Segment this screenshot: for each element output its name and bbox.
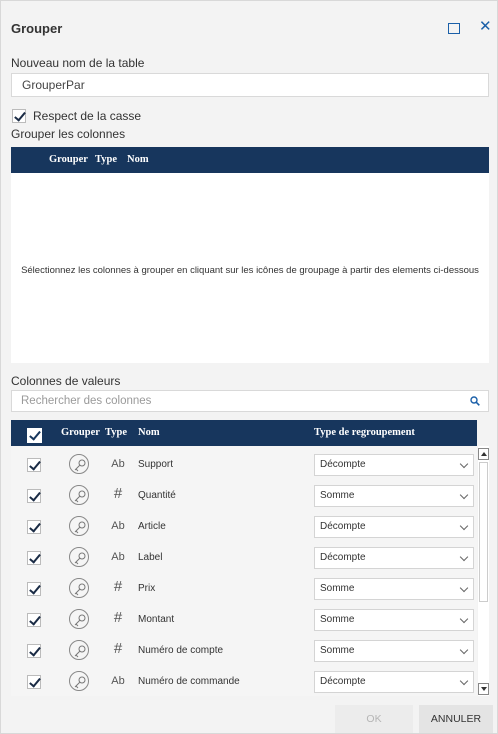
column-type: # bbox=[113, 578, 123, 595]
header-type: Type bbox=[105, 427, 127, 438]
title-bar: Grouper ✕ bbox=[1, 1, 497, 41]
chevron-down-icon bbox=[459, 521, 469, 531]
aggregation-select[interactable]: Décompte bbox=[314, 547, 474, 569]
row-checkbox[interactable] bbox=[27, 644, 41, 658]
column-name: Numéro de commande bbox=[138, 676, 240, 687]
row-checkbox[interactable] bbox=[27, 551, 41, 565]
case-sensitive-checkbox[interactable] bbox=[12, 109, 26, 123]
header-name: Nom bbox=[138, 427, 160, 438]
aggregation-select[interactable]: Somme bbox=[314, 609, 474, 631]
aggregation-value: Décompte bbox=[320, 676, 366, 687]
list-item: Ab Support Décompte bbox=[11, 448, 477, 480]
column-name: Support bbox=[138, 459, 174, 470]
row-checkbox[interactable] bbox=[27, 613, 41, 627]
column-type: Ab bbox=[111, 551, 125, 563]
header-aggregation: Type de regroupement bbox=[314, 427, 415, 438]
values-table-header: Grouper Type Nom Type de regroupement bbox=[11, 420, 477, 447]
aggregation-select[interactable]: Décompte bbox=[314, 516, 474, 538]
group-columns-label: Grouper les colonnes bbox=[11, 127, 126, 141]
group-key-icon[interactable] bbox=[69, 609, 89, 629]
chevron-down-icon bbox=[459, 552, 469, 562]
aggregation-value: Somme bbox=[320, 583, 355, 594]
list-item: # Montant Somme bbox=[11, 603, 477, 635]
chevron-down-icon bbox=[459, 614, 469, 624]
column-name: Quantité bbox=[138, 490, 176, 501]
value-columns-list: Ab Support Décompte # Quantité Somme Ab … bbox=[11, 446, 477, 696]
group-key-icon[interactable] bbox=[69, 578, 89, 598]
aggregation-select[interactable]: Décompte bbox=[314, 454, 474, 476]
cancel-button[interactable]: ANNULER bbox=[419, 705, 493, 733]
group-key-icon[interactable] bbox=[69, 454, 89, 474]
header-name: Nom bbox=[127, 154, 149, 165]
column-type: # bbox=[113, 640, 123, 657]
chevron-down-icon bbox=[459, 676, 469, 686]
header-type: Type bbox=[95, 154, 117, 165]
group-columns-panel: Grouper Type Nom Sélectionnez les colonn… bbox=[11, 147, 489, 363]
list-item: Ab Label Décompte bbox=[11, 541, 477, 573]
list-item: # Numéro de compte Somme bbox=[11, 634, 477, 666]
empty-group-message: Sélectionnez les colonnes à grouper en c… bbox=[21, 265, 479, 276]
row-checkbox[interactable] bbox=[27, 458, 41, 472]
row-checkbox[interactable] bbox=[27, 489, 41, 503]
scroll-thumb[interactable] bbox=[479, 462, 488, 602]
chevron-down-icon bbox=[459, 583, 469, 593]
group-key-icon[interactable] bbox=[69, 547, 89, 567]
column-name: Label bbox=[138, 552, 163, 563]
group-key-icon[interactable] bbox=[69, 671, 89, 691]
column-name: Numéro de compte bbox=[138, 645, 224, 656]
column-type: Ab bbox=[111, 458, 125, 470]
aggregation-value: Décompte bbox=[320, 521, 366, 532]
aggregation-select[interactable]: Décompte bbox=[314, 671, 474, 693]
group-table-header: Grouper Type Nom bbox=[11, 147, 489, 173]
value-columns-label: Colonnes de valeurs bbox=[11, 374, 121, 388]
maximize-icon[interactable] bbox=[446, 21, 462, 37]
header-grouper: Grouper bbox=[61, 427, 100, 438]
search-input[interactable]: Rechercher des colonnes bbox=[21, 395, 151, 407]
group-key-icon[interactable] bbox=[69, 485, 89, 505]
row-checkbox[interactable] bbox=[27, 520, 41, 534]
aggregation-select[interactable]: Somme bbox=[314, 640, 474, 662]
scroll-down-icon[interactable] bbox=[478, 683, 489, 695]
column-name: Article bbox=[138, 521, 166, 532]
column-name: Montant bbox=[138, 614, 175, 625]
chevron-down-icon bbox=[459, 645, 469, 655]
list-scrollbar[interactable] bbox=[478, 446, 489, 696]
column-type: Ab bbox=[111, 520, 125, 532]
list-item: # Quantité Somme bbox=[11, 479, 477, 511]
scroll-up-icon[interactable] bbox=[478, 448, 489, 460]
chevron-down-icon bbox=[459, 459, 469, 469]
close-icon[interactable]: ✕ bbox=[479, 19, 495, 35]
column-type: # bbox=[113, 609, 123, 626]
row-checkbox[interactable] bbox=[27, 582, 41, 596]
group-key-icon[interactable] bbox=[69, 640, 89, 660]
column-name: Prix bbox=[138, 583, 156, 594]
table-name-input[interactable]: GrouperPar bbox=[11, 73, 489, 97]
dialog-footer: OK ANNULER bbox=[1, 701, 497, 733]
group-key-icon[interactable] bbox=[69, 516, 89, 536]
column-type: Ab bbox=[111, 675, 125, 687]
aggregation-value: Somme bbox=[320, 490, 355, 501]
column-search-box[interactable]: Rechercher des colonnes bbox=[11, 390, 489, 412]
aggregation-value: Somme bbox=[320, 645, 355, 656]
aggregation-select[interactable]: Somme bbox=[314, 485, 474, 507]
aggregation-value: Somme bbox=[320, 614, 355, 625]
select-all-checkbox[interactable] bbox=[27, 428, 42, 443]
chevron-down-icon bbox=[459, 490, 469, 500]
ok-button[interactable]: OK bbox=[335, 705, 413, 733]
aggregation-value: Décompte bbox=[320, 459, 366, 470]
header-grouper: Grouper bbox=[49, 154, 88, 165]
dialog-title: Grouper bbox=[11, 21, 63, 36]
aggregation-select[interactable]: Somme bbox=[314, 578, 474, 600]
search-icon[interactable] bbox=[470, 396, 480, 406]
case-sensitive-label: Respect de la casse bbox=[33, 109, 142, 123]
list-item: # Prix Somme bbox=[11, 572, 477, 604]
grouper-dialog: Grouper ✕ Nouveau nom de la table Groupe… bbox=[0, 0, 498, 734]
list-item: Ab Article Décompte bbox=[11, 510, 477, 542]
row-checkbox[interactable] bbox=[27, 675, 41, 689]
list-item: Ab Numéro de commande Décompte bbox=[11, 665, 477, 696]
table-name-label: Nouveau nom de la table bbox=[11, 56, 145, 70]
aggregation-value: Décompte bbox=[320, 552, 366, 563]
column-type: # bbox=[113, 485, 123, 502]
